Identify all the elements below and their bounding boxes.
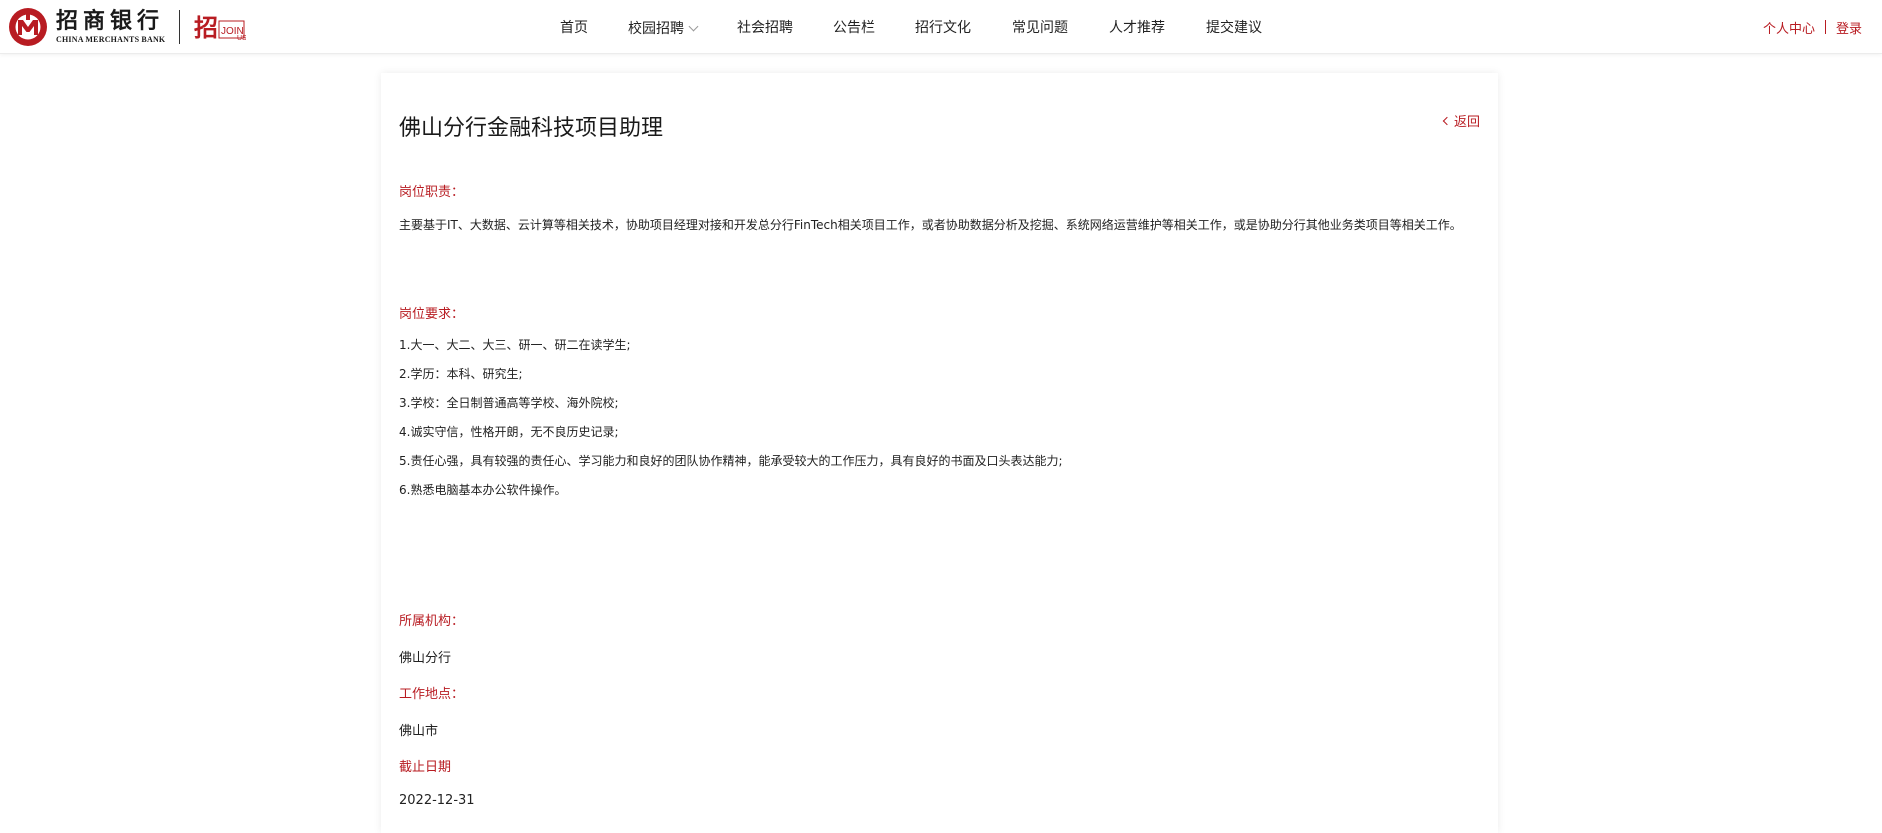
nav-campus-recruitment[interactable]: 校园招聘 <box>628 18 699 38</box>
requirement-item: 5.责任心强，具有较强的责任心、学习能力和良好的团队协作精神，能承受较大的工作压… <box>399 454 1063 468</box>
job-detail-card: 佛山分行金融科技项目助理 返回 岗位职责： 主要基于IT、大数据、云计算等相关技… <box>381 73 1498 833</box>
nav-submit-suggestion[interactable]: 提交建议 <box>1206 17 1262 37</box>
requirements-label: 岗位要求： <box>399 307 465 322</box>
bank-logo-link[interactable]: 招商银行 CHINA MERCHANTS BANK 招 JOIN US <box>8 5 246 49</box>
nav-home[interactable]: 首页 <box>560 17 588 37</box>
svg-text:US: US <box>237 35 246 42</box>
chevron-down-icon <box>688 21 699 32</box>
location-value: 佛山市 <box>399 724 439 739</box>
nav-culture-label: 招行文化 <box>915 20 971 36</box>
requirement-item: 1.大一、大二、大三、研一、研二在读学生; <box>399 338 631 352</box>
back-button[interactable]: 返回 <box>1442 111 1480 130</box>
organization-label: 所属机构： <box>399 614 465 629</box>
nav-faq-label: 常见问题 <box>1012 20 1068 36</box>
nav-campus-recruitment-label: 校园招聘 <box>628 21 684 37</box>
job-title: 佛山分行金融科技项目助理 <box>399 116 664 141</box>
nav-bulletin[interactable]: 公告栏 <box>833 17 875 37</box>
organization-value: 佛山分行 <box>399 651 452 666</box>
nav-faq[interactable]: 常见问题 <box>1012 17 1068 37</box>
nav-social-recruitment-label: 社会招聘 <box>737 20 793 36</box>
duties-label: 岗位职责： <box>399 185 465 200</box>
brand-name-cn: 招商银行 <box>56 8 165 34</box>
top-navigation-bar: 招商银行 CHINA MERCHANTS BANK 招 JOIN US 首页 校… <box>0 0 1882 54</box>
nav-talent-referral-label: 人才推荐 <box>1109 20 1165 36</box>
nav-submit-suggestion-label: 提交建议 <box>1206 20 1262 36</box>
deadline-label: 截止日期 <box>399 760 452 775</box>
nav-bulletin-label: 公告栏 <box>833 20 875 36</box>
nav-talent-referral[interactable]: 人才推荐 <box>1109 17 1165 37</box>
brand-divider <box>179 10 181 44</box>
login-link[interactable]: 登录 <box>1836 18 1862 37</box>
brand-name-en: CHINA MERCHANTS BANK <box>56 35 166 44</box>
nav-culture[interactable]: 招行文化 <box>915 17 971 37</box>
main-nav: 首页 校园招聘 社会招聘 公告栏 招行文化 常见问题 人才推荐 提交建议 <box>560 0 1262 54</box>
deadline-value: 2022-12-31 <box>399 793 475 808</box>
location-label: 工作地点： <box>399 687 465 702</box>
requirement-item: 4.诚实守信，性格开朗，无不良历史记录; <box>399 425 619 439</box>
back-button-label: 返回 <box>1453 115 1480 130</box>
requirements-list: 1.大一、大二、大三、研一、研二在读学生; 2.学历：本科、研究生; 3.学校：… <box>399 337 1063 511</box>
cmb-logo-icon <box>9 8 47 46</box>
chevron-left-icon <box>1442 116 1452 125</box>
user-center-link[interactable]: 个人中心 <box>1763 18 1815 37</box>
nav-home-label: 首页 <box>560 20 588 36</box>
duties-text: 主要基于IT、大数据、云计算等相关技术，协助项目经理对接和开发总分行FinTec… <box>399 218 1462 232</box>
user-links-divider <box>1824 20 1826 34</box>
join-us-logo-icon: 招 JOIN US <box>194 13 246 42</box>
brand-text: 招商银行 CHINA MERCHANTS BANK <box>56 9 165 45</box>
svg-text:招: 招 <box>194 13 218 42</box>
requirement-item: 6.熟悉电脑基本办公软件操作。 <box>399 483 567 497</box>
requirement-item: 3.学校：全日制普通高等学校、海外院校; <box>399 396 619 410</box>
nav-social-recruitment[interactable]: 社会招聘 <box>737 17 793 37</box>
user-links: 个人中心 登录 <box>1763 0 1862 54</box>
requirement-item: 2.学历：本科、研究生; <box>399 367 523 381</box>
